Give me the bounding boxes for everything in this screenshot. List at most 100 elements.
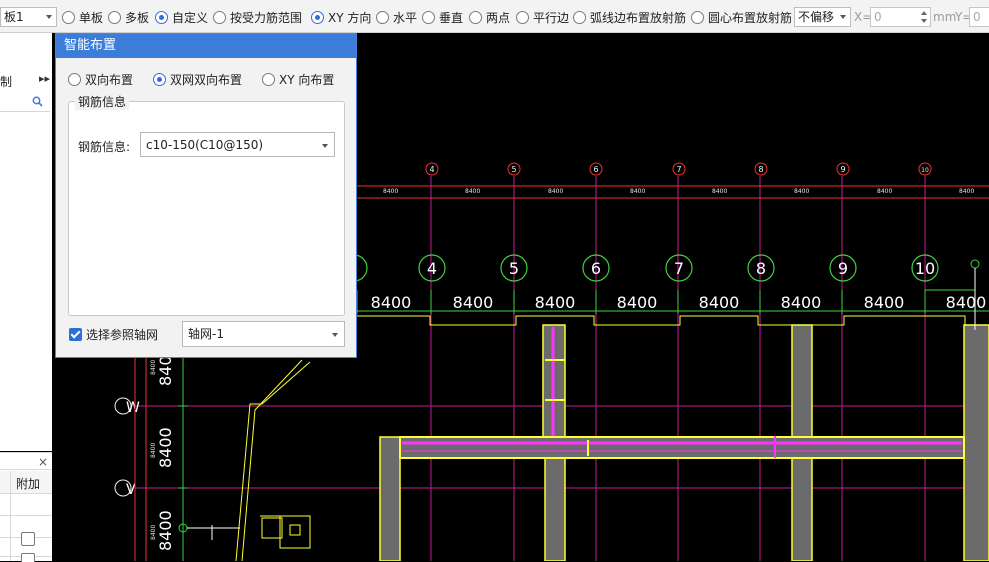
rebar-info-label: 钢筋信息: — [78, 140, 131, 154]
double-chevron-right-icon[interactable]: ▸▸ — [39, 72, 50, 85]
ref-axis-value: 轴网-1 — [188, 327, 224, 341]
large-axis-number: 4 — [427, 259, 437, 278]
smart-layout-dialog: 智能布置 双向布置 双网双向布置 XY 向布置 钢筋信息 钢筋信息: c10-1… — [55, 33, 357, 358]
radio-custom-label: 自定义 — [172, 10, 209, 25]
radio-multi-slab-label: 多板 — [125, 10, 150, 25]
radio-center-radial-label: 圆心布置放射筋 — [708, 10, 793, 25]
small-vertical-dim-label: 8400 — [150, 443, 157, 458]
radio-xy-direction[interactable]: XY 方向 — [311, 9, 371, 25]
radio-icon — [213, 10, 226, 24]
radio-double-net-bidirectional[interactable]: 双网双向布置 — [153, 71, 242, 87]
left-panel-row[interactable]: 制 ▸▸ — [0, 70, 52, 90]
large-axis-number: 6 — [591, 259, 601, 278]
large-spacing-label: 8400 — [699, 293, 740, 312]
radio-icon — [469, 10, 482, 24]
small-axis-number: 9 — [840, 165, 845, 174]
offset-select[interactable]: 不偏移 — [794, 7, 851, 27]
small-spacing-label: 8400 — [465, 188, 480, 195]
dialog-title: 智能布置 — [56, 34, 356, 58]
spin-up-icon[interactable] — [921, 11, 927, 15]
radio-single-slab[interactable]: 单板 — [62, 9, 103, 25]
close-icon[interactable]: × — [38, 455, 48, 469]
chevron-down-icon — [46, 15, 52, 19]
radio-icon — [691, 10, 704, 24]
small-spacing-label: 8400 — [794, 188, 809, 195]
small-axis-number: 8 — [758, 165, 763, 174]
x-offset-input[interactable]: 0 — [870, 7, 931, 27]
column-header-extra: 附加 — [16, 477, 41, 491]
small-axis-number: 10 — [921, 167, 929, 174]
row-axis-label: W — [126, 400, 140, 416]
rebar-info-combo[interactable]: c10-150(C10@150) — [140, 132, 335, 157]
left-panel-row-label: 制 — [0, 75, 13, 89]
radio-vertical[interactable]: 垂直 — [422, 9, 463, 25]
radio-icon — [262, 72, 275, 86]
small-spacing-label: 8400 — [383, 188, 398, 195]
rebar-info-value: c10-150(C10@150) — [146, 138, 264, 152]
small-axis-number: 4 — [429, 165, 434, 174]
unit-label: mm — [933, 10, 957, 24]
small-spacing-label: 8400 — [712, 188, 727, 195]
radio-parallel-edge-label: 平行边 — [533, 10, 570, 25]
large-axis-number: 5 — [509, 259, 519, 278]
radio-arc-edge-radial-label: 弧线边布置放射筋 — [590, 10, 687, 25]
checkbox[interactable] — [21, 532, 35, 546]
y-offset-input[interactable]: 0 — [969, 7, 989, 27]
radio-xy-layout[interactable]: XY 向布置 — [262, 71, 334, 87]
large-spacing-label: 8400 — [864, 293, 905, 312]
large-axis-number: 8 — [756, 259, 766, 278]
x-offset-value: 0 — [874, 10, 882, 24]
radio-two-points[interactable]: 两点 — [469, 9, 510, 25]
radio-selected-icon — [153, 72, 166, 86]
large-axis-number: 7 — [674, 259, 684, 278]
radio-icon — [68, 72, 81, 86]
small-spacing-label: 8400 — [548, 188, 563, 195]
large-spacing-label: 8400 — [371, 293, 412, 312]
left-panel-search[interactable] — [0, 93, 50, 112]
large-axis-number: 10 — [915, 259, 935, 278]
slab-select[interactable]: 板1 — [0, 7, 57, 27]
radio-center-radial[interactable]: 圆心布置放射筋 — [691, 9, 792, 25]
large-spacing-label: 8400 — [535, 293, 576, 312]
small-vertical-dim-label: 8400 — [150, 525, 157, 540]
vertical-dim-label: 8400 — [156, 510, 175, 551]
large-spacing-label: 8400 — [453, 293, 494, 312]
chevron-down-icon — [322, 144, 328, 148]
small-axis-number: 7 — [676, 165, 681, 174]
rebar-info-group-title: 钢筋信息 — [75, 93, 130, 110]
small-axis-number: 5 — [511, 165, 516, 174]
spin-down-icon[interactable] — [921, 19, 927, 23]
offset-select-value: 不偏移 — [798, 10, 835, 24]
large-spacing-label: 8400 — [781, 293, 822, 312]
radio-icon — [422, 10, 435, 24]
radio-selected-icon — [311, 10, 324, 24]
radio-icon — [62, 10, 75, 24]
radio-selected-icon — [155, 10, 168, 24]
large-spacing-label: 8400 — [617, 293, 658, 312]
radio-parallel-edge[interactable]: 平行边 — [516, 9, 569, 25]
small-spacing-label: 8400 — [877, 188, 892, 195]
radio-two-points-label: 两点 — [486, 10, 511, 25]
left-panel: 制 ▸▸ — [0, 33, 53, 451]
y-offset-value: 0 — [973, 10, 981, 24]
search-icon[interactable] — [32, 96, 43, 107]
vertical-dim-labels: 8400 8400 8400 — [156, 345, 175, 551]
radio-icon — [573, 10, 586, 24]
radio-vertical-label: 垂直 — [439, 10, 464, 25]
left-bottom-panel: × 附加 — [0, 452, 53, 562]
slab-select-value: 板1 — [4, 10, 24, 24]
ref-axis-label: 选择参照轴网 — [86, 328, 159, 342]
radio-icon — [516, 10, 529, 24]
top-toolbar: 板1 单板 多板 自定义 按受力筋范围 XY 方向 水平 垂直 两点 平行边 弧… — [0, 0, 989, 33]
ref-axis-checkbox[interactable] — [69, 328, 82, 341]
radio-bidirectional[interactable]: 双向布置 — [68, 71, 133, 87]
radio-horizontal[interactable]: 水平 — [376, 9, 417, 25]
ref-axis-combo[interactable]: 轴网-1 — [182, 321, 345, 347]
table-header: 附加 — [0, 471, 52, 493]
radio-custom[interactable]: 自定义 — [155, 9, 208, 25]
radio-bidirectional-label: 双向布置 — [85, 72, 134, 87]
radio-icon — [376, 10, 389, 24]
radio-multi-slab[interactable]: 多板 — [108, 9, 149, 25]
radio-by-main-rebar-range[interactable]: 按受力筋范围 — [213, 9, 302, 25]
radio-arc-edge-radial[interactable]: 弧线边布置放射筋 — [573, 9, 686, 25]
